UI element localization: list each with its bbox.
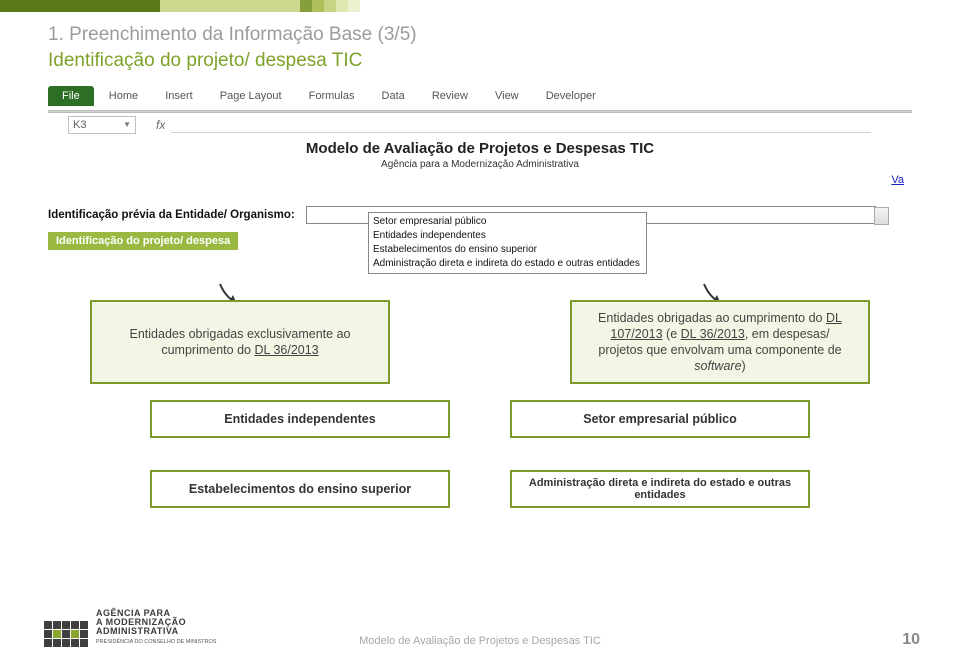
excel-ribbon-screenshot: File Home Insert Page Layout Formulas Da… (48, 86, 912, 133)
tab-insert[interactable]: Insert (153, 86, 205, 106)
name-box-value: K3 (73, 119, 86, 131)
name-box[interactable]: K3 ▼ (68, 116, 136, 134)
va-link[interactable]: Va (891, 174, 904, 186)
slide-footer: AGÊNCIA PARA A MODERNIZAÇÃO ADMINISTRATI… (0, 605, 960, 665)
tab-developer[interactable]: Developer (534, 86, 608, 106)
section-heading: Identificação do projeto/ despesa (48, 232, 238, 250)
box-setor-empresarial: Setor empresarial público (510, 400, 810, 438)
tab-home[interactable]: Home (97, 86, 150, 106)
dropdown-option[interactable]: Estabelecimentos do ensino superior (373, 243, 640, 257)
dropdown-options-list[interactable]: Setor empresarial público Entidades inde… (368, 212, 647, 274)
file-tab[interactable]: File (48, 86, 94, 106)
title-area: 1. Preenchimento da Informação Base (3/5… (48, 24, 417, 72)
page-number: 10 (902, 631, 920, 649)
top-color-strip (0, 0, 960, 12)
sheet-subtitle: Agência para a Modernização Administrati… (48, 159, 912, 170)
chevron-down-icon (878, 212, 886, 217)
dropdown-option[interactable]: Administração direta e indireta do estad… (373, 257, 640, 271)
tab-data[interactable]: Data (370, 86, 417, 106)
sheet-title: Modelo de Avaliação de Projetos e Despes… (48, 140, 912, 157)
info-box-dl36: Entidades obrigadas exclusivamente ao cu… (90, 300, 390, 384)
slide: 1. Preenchimento da Informação Base (3/5… (0, 0, 960, 665)
dropdown-option[interactable]: Setor empresarial público (373, 215, 640, 229)
formula-bar[interactable] (171, 117, 871, 133)
dropdown-option[interactable]: Entidades independentes (373, 229, 640, 243)
tab-review[interactable]: Review (420, 86, 480, 106)
tab-page-layout[interactable]: Page Layout (208, 86, 294, 106)
box-entidades-independentes: Entidades independentes (150, 400, 450, 438)
tab-formulas[interactable]: Formulas (297, 86, 367, 106)
tab-view[interactable]: View (483, 86, 531, 106)
chevron-down-icon: ▼ (123, 120, 131, 129)
box-administracao: Administração direta e indireta do estad… (510, 470, 810, 508)
fx-label: fx (156, 118, 165, 132)
info-box-dl107: Entidades obrigadas ao cumprimento do DL… (570, 300, 870, 384)
slide-subtitle: Identificação do projeto/ despesa TIC (48, 50, 417, 72)
slide-title: 1. Preenchimento da Informação Base (3/5… (48, 24, 417, 46)
footer-caption: Modelo de Avaliação de Projetos e Despes… (0, 635, 960, 647)
box-ensino-superior: Estabelecimentos do ensino superior (150, 470, 450, 508)
worksheet-area: Modelo de Avaliação de Projetos e Despes… (48, 140, 912, 250)
